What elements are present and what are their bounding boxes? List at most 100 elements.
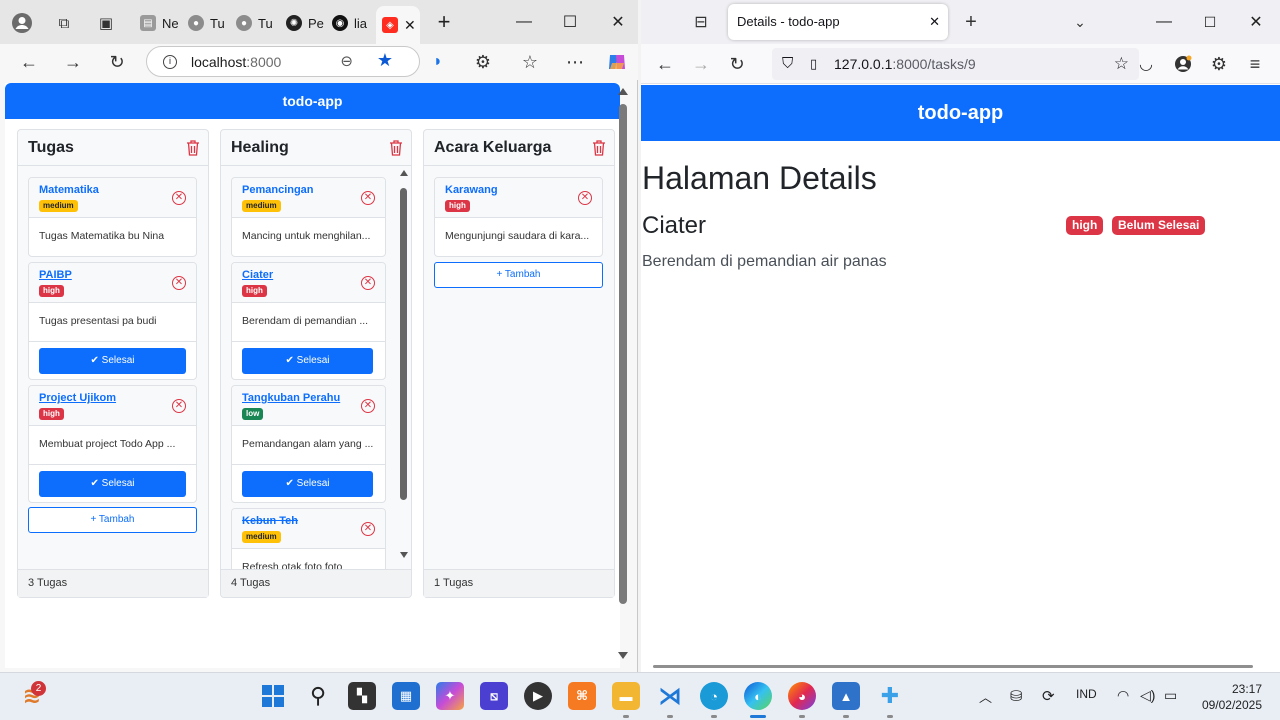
photos-icon[interactable]: ▲	[832, 682, 860, 710]
task-name[interactable]: Matematika	[39, 184, 99, 196]
firefox-icon[interactable]: ◕	[788, 682, 816, 710]
zoom-icon[interactable]: ⊖	[340, 52, 353, 70]
show-hidden-icons-icon[interactable]: ︿	[979, 687, 992, 706]
tab-details[interactable]: Details - todo-app ✕	[728, 4, 948, 40]
pocket-icon[interactable]: ◡	[1132, 50, 1160, 78]
back-icon[interactable]: ←	[651, 50, 679, 78]
address-bar[interactable]: ⛉ ▯ 127.0.0.1:8000/tasks/9 ☆	[772, 48, 1139, 80]
close-window-icon[interactable]: ✕	[604, 10, 632, 34]
close-window-icon[interactable]: ✕	[1242, 10, 1270, 34]
clock[interactable]: 23:17 09/02/2025	[1200, 681, 1262, 713]
minimize-icon[interactable]: —	[510, 10, 538, 34]
favorites-icon[interactable]: ☆	[516, 48, 544, 76]
scroll-thumb[interactable]	[400, 188, 407, 500]
account-icon[interactable]	[1169, 50, 1197, 78]
snipping-tool-icon[interactable]: ✚	[876, 682, 904, 710]
tab-5[interactable]: ◉ lia	[332, 8, 367, 38]
new-tab-icon[interactable]: +	[430, 9, 458, 34]
add-task-button[interactable]: + Tambah	[28, 507, 197, 533]
trash-icon[interactable]	[592, 140, 606, 156]
tab-1[interactable]: ▤ Ne	[140, 8, 179, 38]
scroll-thumb[interactable]	[619, 104, 627, 604]
sync-icon[interactable]: ⟳	[1042, 687, 1055, 705]
trash-icon[interactable]	[389, 140, 403, 156]
task-name[interactable]: Tangkuban Perahu	[242, 392, 340, 404]
extensions-icon[interactable]: ⚙	[1205, 50, 1233, 78]
delete-circle-icon[interactable]: ✕	[361, 191, 375, 205]
delete-circle-icon[interactable]: ✕	[361, 522, 375, 536]
info-icon[interactable]: i	[163, 54, 177, 69]
store-icon[interactable]: ▦	[392, 682, 420, 710]
column-scrollbar[interactable]	[397, 166, 411, 570]
scroll-up-arrow-icon[interactable]	[618, 88, 628, 95]
menu-icon[interactable]: ≡	[1241, 50, 1269, 78]
wifi-icon[interactable]: ◠	[1117, 687, 1129, 704]
more-menu-icon[interactable]: ⋯	[561, 48, 589, 76]
column-scroll-area[interactable]: Pemancingan medium ✕ Mancing untuk mengh…	[221, 167, 397, 570]
new-tab-icon[interactable]: +	[957, 8, 985, 36]
edge-icon[interactable]: ◐	[744, 682, 772, 710]
maximize-icon[interactable]: ☐	[1196, 10, 1224, 34]
back-icon[interactable]: ←	[15, 48, 43, 76]
page-scrollbar[interactable]	[617, 86, 629, 664]
delete-circle-icon[interactable]: ✕	[172, 399, 186, 413]
copilot-icon[interactable]	[603, 48, 631, 76]
scroll-down-arrow-icon[interactable]	[618, 652, 628, 659]
tab-active[interactable]: ◈ ✕	[376, 6, 420, 44]
mark-done-button[interactable]: ✔ Selesai	[242, 471, 373, 497]
shield-icon[interactable]: ⛉	[782, 48, 793, 80]
profile-icon[interactable]	[8, 9, 36, 37]
scroll-up-arrow-icon[interactable]	[400, 170, 408, 176]
address-bar[interactable]: i localhost:8000 ⊖ ★	[146, 46, 420, 77]
file-explorer-icon[interactable]: ▬	[612, 682, 640, 710]
close-tab-icon[interactable]: ✕	[404, 17, 416, 34]
task-name[interactable]: Pemancingan	[242, 184, 314, 196]
favorite-star-icon[interactable]: ★	[377, 50, 393, 71]
task-name[interactable]: Ciater	[242, 269, 273, 281]
close-tab-icon[interactable]: ✕	[929, 4, 940, 40]
tab-4[interactable]: ✺ Pe	[286, 8, 324, 38]
tab-3[interactable]: ● Tu	[236, 8, 273, 38]
add-task-button[interactable]: + Tambah	[434, 262, 603, 288]
search-icon[interactable]: ⚲	[304, 682, 332, 710]
list-all-tabs-icon[interactable]: ⌄	[1066, 8, 1094, 36]
edge-dev-icon[interactable]: ◔	[700, 682, 728, 710]
battery-icon[interactable]: ▭	[1164, 687, 1177, 704]
copilot-icon[interactable]: ✦	[436, 682, 464, 710]
bookmark-star-icon[interactable]: ☆	[1114, 48, 1129, 80]
forward-icon[interactable]: →	[687, 50, 715, 78]
workspaces-icon[interactable]: ⧉	[50, 9, 78, 37]
extensions-icon[interactable]: ⚙	[469, 48, 497, 76]
reload-icon[interactable]: ↻	[723, 50, 751, 78]
trash-icon[interactable]	[186, 140, 200, 156]
tab-2[interactable]: ● Tu	[188, 8, 225, 38]
security-icon[interactable]: ⛁	[1010, 687, 1023, 705]
refresh-icon[interactable]: ↻	[103, 48, 131, 76]
language-indicator[interactable]: IND	[1076, 687, 1097, 701]
vscode-insiders-icon[interactable]: ⧅	[480, 682, 508, 710]
task-name[interactable]: PAIBP	[39, 269, 72, 281]
horizontal-scrollbar[interactable]	[653, 665, 1253, 668]
media-player-icon[interactable]: ▶	[524, 682, 552, 710]
task-name[interactable]: Project Ujikom	[39, 392, 116, 404]
task-view-icon[interactable]: ▚	[348, 682, 376, 710]
tab-actions-icon[interactable]: ▣	[92, 9, 120, 37]
delete-circle-icon[interactable]: ✕	[361, 399, 375, 413]
mark-done-button[interactable]: ✔ Selesai	[242, 348, 373, 374]
delete-circle-icon[interactable]: ✕	[578, 191, 592, 205]
forward-icon[interactable]: →	[59, 48, 87, 76]
delete-circle-icon[interactable]: ✕	[172, 191, 186, 205]
task-name[interactable]: Karawang	[445, 184, 498, 196]
start-icon[interactable]	[259, 682, 287, 710]
delete-circle-icon[interactable]: ✕	[172, 276, 186, 290]
xampp-icon[interactable]: ⌘	[568, 682, 596, 710]
maximize-icon[interactable]: ☐	[556, 10, 584, 34]
volume-icon[interactable]: ◁)	[1140, 687, 1155, 704]
mark-done-button[interactable]: ✔ Selesai	[39, 471, 186, 497]
delete-circle-icon[interactable]: ✕	[361, 276, 375, 290]
read-aloud-icon[interactable]: ◗	[424, 48, 452, 76]
minimize-icon[interactable]: —	[1150, 10, 1178, 34]
task-name[interactable]: Kebun Teh	[242, 515, 298, 527]
scroll-down-arrow-icon[interactable]	[400, 552, 408, 558]
mark-done-button[interactable]: ✔ Selesai	[39, 348, 186, 374]
